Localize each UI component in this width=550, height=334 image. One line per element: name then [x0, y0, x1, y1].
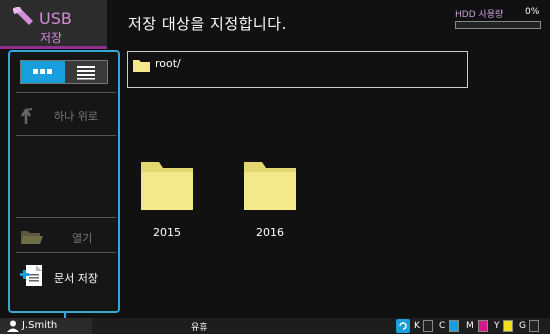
- folder-label: 2015: [153, 226, 181, 239]
- up-arrow-icon: [20, 107, 33, 124]
- toner-label-y: Y: [494, 321, 500, 331]
- toner-label-c: C: [439, 321, 446, 331]
- folder-icon: [141, 162, 193, 210]
- current-path: root/: [155, 57, 181, 70]
- open-label: 열기: [72, 232, 93, 245]
- folder-icon: [244, 162, 296, 210]
- up-one-level-label: 하나 위로: [54, 110, 98, 123]
- usb-save-tab[interactable]: USB 저장: [0, 0, 107, 49]
- refresh-icon: [396, 319, 410, 333]
- list-view-icon: [77, 66, 95, 80]
- grid-view-button[interactable]: [21, 61, 65, 83]
- toner-level-m: [478, 320, 488, 332]
- machine-status: 유휴: [191, 323, 208, 333]
- save-document-label: 문서 저장: [54, 272, 98, 285]
- save-document-icon: [20, 265, 42, 286]
- toner-level-c: [449, 320, 459, 332]
- save-document-button[interactable]: 문서 저장: [16, 252, 116, 299]
- open-folder-icon: [21, 231, 43, 244]
- folder-icon: [133, 60, 150, 72]
- status-bar: J.Smith 유휴 K C M Y G: [0, 318, 550, 334]
- usb-tab-sublabel: 저장: [40, 31, 63, 45]
- hdd-usage-bar: [455, 21, 541, 29]
- folder-label: 2016: [256, 226, 284, 239]
- toner-label-g: G: [519, 321, 526, 331]
- usb-icon: [13, 7, 33, 25]
- toner-level-y: [503, 320, 513, 332]
- user-login-button[interactable]: J.Smith: [0, 318, 92, 334]
- hdd-usage-percent: 0%: [525, 7, 540, 17]
- user-icon: [7, 320, 19, 332]
- hdd-usage-label: HDD 사용량: [455, 10, 504, 20]
- page-title: 저장 대상을 지정합니다.: [128, 15, 287, 33]
- folder-item[interactable]: 2015: [139, 150, 195, 245]
- up-one-level-button[interactable]: 하나 위로: [16, 92, 116, 136]
- toner-level-k: [423, 320, 433, 332]
- screen: USB 저장 저장 대상을 지정합니다. HDD 사용량 0% 하나 위로 열기…: [0, 0, 550, 334]
- grid-view-icon: [33, 69, 52, 74]
- user-name: J.Smith: [22, 320, 58, 331]
- folder-item[interactable]: 2016: [242, 150, 298, 245]
- usb-tab-label: USB: [39, 9, 72, 28]
- list-view-button[interactable]: [65, 61, 107, 83]
- toner-level-g: [529, 320, 539, 332]
- toner-label-k: K: [414, 321, 420, 331]
- current-path-box: root/: [127, 51, 468, 88]
- toner-label-m: M: [466, 321, 474, 331]
- sidebar: 하나 위로 열기 문서 저장: [8, 50, 120, 313]
- sidebar-empty-slot: [16, 135, 116, 218]
- view-toggle: [20, 60, 108, 84]
- open-button[interactable]: 열기: [16, 217, 116, 253]
